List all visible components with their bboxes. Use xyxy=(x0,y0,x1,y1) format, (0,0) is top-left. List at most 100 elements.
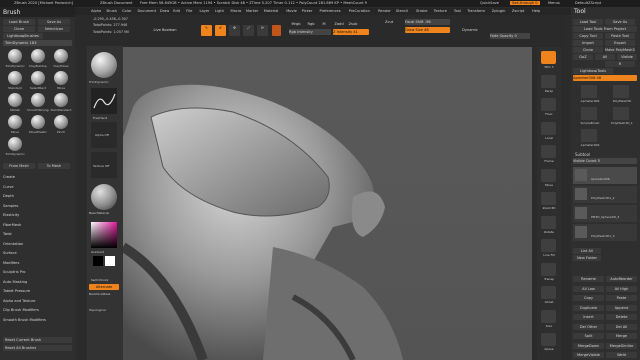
color-picker[interactable] xyxy=(91,222,117,248)
tool-button-clone[interactable]: Clone xyxy=(573,47,603,53)
menu-picker[interactable]: Picker xyxy=(302,9,313,13)
brush-move-icon[interactable] xyxy=(54,71,68,85)
nav-persp-icon[interactable] xyxy=(541,74,556,88)
tool-thumbnail-polymesh3d-icon[interactable] xyxy=(613,85,629,98)
menu-preferences[interactable]: Preferences xyxy=(320,9,341,13)
stroke-thumbnail[interactable] xyxy=(91,88,117,114)
tool-button-load-tool[interactable]: Load Tool xyxy=(573,19,603,25)
menu-material[interactable]: Material xyxy=(264,9,279,13)
switch-color-label[interactable]: SwitchColor xyxy=(91,278,109,282)
load-brush-button[interactable]: Load Brush xyxy=(3,19,35,25)
z-intensity-slider[interactable]: Z Intensity 41 xyxy=(333,29,369,35)
backface-mask-button[interactable]: BackfaceMask xyxy=(89,292,110,296)
subtool-item[interactable]: PolyMesh3D1_2 xyxy=(573,186,637,203)
subtool-op-copy[interactable]: Copy xyxy=(573,295,604,301)
subtool-op-all-low[interactable]: All Low xyxy=(573,285,604,292)
list-all-button[interactable]: List All xyxy=(573,248,601,254)
fade-opacity-slider[interactable]: Fade Opacity 0 xyxy=(490,33,530,39)
dynamic-button[interactable]: Dynamic xyxy=(460,27,480,33)
menu-macro[interactable]: Macro xyxy=(231,9,242,13)
submenu-create[interactable]: Create xyxy=(3,175,15,179)
select-icon-button[interactable]: SelectIcon xyxy=(38,26,70,32)
topological-button[interactable]: Topological xyxy=(89,308,106,312)
menu-marker[interactable]: Marker xyxy=(246,9,258,13)
menu-stencil[interactable]: Stencil xyxy=(396,9,408,13)
zsub-button[interactable]: Zsub xyxy=(347,21,359,27)
tool-button-lightbox-tools[interactable]: Lightbox▸Tools xyxy=(573,68,613,74)
menu-brush[interactable]: Brush xyxy=(107,9,117,13)
subtool-op-weld[interactable]: Weld xyxy=(606,352,637,358)
menu-file[interactable]: File xyxy=(186,9,192,13)
nav-move-icon[interactable] xyxy=(541,168,556,182)
brush-thumbnail[interactable] xyxy=(91,52,117,78)
focal-shift-slider[interactable]: Focal Shift -96 xyxy=(405,19,450,25)
material-thumbnail[interactable] xyxy=(91,184,117,210)
submenu-tablet-pressure[interactable]: Tablet Pressure xyxy=(3,289,30,293)
subtool-item[interactable]: Apmeter006 xyxy=(573,167,637,184)
subtool-op-del-all[interactable]: Del All xyxy=(606,323,637,330)
nav-rotate-icon[interactable] xyxy=(541,215,556,229)
submenu-fibermesh[interactable]: FiberMesh xyxy=(3,223,21,227)
viewport-canvas[interactable] xyxy=(123,47,532,360)
zadd-button[interactable]: Zadd xyxy=(333,21,345,27)
zcut-button[interactable]: Zcut xyxy=(385,19,393,25)
subtool-op-mergedown[interactable]: MergeDown xyxy=(573,342,604,349)
menu-movie[interactable]: Movie xyxy=(286,9,297,13)
tool-button-load-tools-from-project[interactable]: Load Tools From Project xyxy=(573,26,637,32)
submenu-curve[interactable]: Curve xyxy=(3,185,14,189)
menu-transform[interactable]: Transform xyxy=(467,9,485,13)
nav-spix-3-icon[interactable] xyxy=(541,51,556,64)
submenu-elasticity[interactable]: Elasticity xyxy=(3,213,19,217)
brush-standard-icon[interactable] xyxy=(8,71,22,85)
nav-zoom3d-icon[interactable] xyxy=(541,192,556,205)
move-button[interactable]: ✥ xyxy=(229,25,240,36)
main-color-swatch[interactable] xyxy=(105,256,115,266)
menu-stroke[interactable]: Stroke xyxy=(416,9,427,13)
mrgb-button[interactable]: Mrgb xyxy=(289,21,303,27)
from-mesh-button[interactable]: From Mesh xyxy=(3,163,35,169)
submenu-twist[interactable]: Twist xyxy=(3,232,12,236)
menu-layer[interactable]: Layer xyxy=(200,9,210,13)
nav-solo-icon[interactable] xyxy=(541,309,556,323)
menu-zplugin[interactable]: Zplugin xyxy=(492,9,506,13)
menu-document[interactable]: Document xyxy=(138,9,157,13)
scale-button[interactable]: ⤢ xyxy=(243,25,254,36)
nav-transp-icon[interactable] xyxy=(541,262,556,276)
tool-button-goz[interactable]: GoZ xyxy=(573,54,593,60)
subtool-item[interactable]: PolyMesh3D1_3 xyxy=(573,224,637,241)
menu-draw[interactable]: Draw xyxy=(160,9,169,13)
brush-trimdynamic-icon[interactable] xyxy=(8,49,22,63)
save-as-button[interactable]: Save As xyxy=(38,19,70,25)
subtool-op-autoreorder[interactable]: AutoReorder xyxy=(606,276,637,282)
subtool-header[interactable]: Subtool xyxy=(575,152,590,157)
current-tool-slider[interactable]: Apmeter006 48 xyxy=(573,75,637,81)
menu-tool[interactable]: Tool xyxy=(454,9,461,13)
tool-thumbnail-apmeter006-icon[interactable] xyxy=(581,129,597,142)
new-folder-button[interactable]: New Folder xyxy=(573,255,601,261)
draw-size-slider[interactable]: Draw Size 48 xyxy=(405,27,450,33)
brush-trimdynamic-icon[interactable] xyxy=(8,137,22,151)
brush-damstandard-icon[interactable] xyxy=(54,93,68,107)
quicksave-button[interactable]: QuickSave xyxy=(480,1,499,5)
visible-count-slider[interactable]: Visible Count 5 xyxy=(573,158,637,164)
submenu-auto-masking[interactable]: Auto Masking xyxy=(3,280,27,284)
menu-alpha[interactable]: Alpha xyxy=(91,9,101,13)
tool-button-visible[interactable]: Visible xyxy=(617,54,637,60)
tool-thumbnail-simplebrush-icon[interactable] xyxy=(581,107,597,120)
subtool-op-paste[interactable]: Paste xyxy=(606,295,637,301)
rgb-button[interactable]: Rgb xyxy=(305,21,317,27)
submenu-surface[interactable]: Surface xyxy=(3,251,17,255)
tool-button-all[interactable]: All xyxy=(595,54,615,60)
menu-help[interactable]: Help xyxy=(532,9,540,13)
subtool-item[interactable]: PM3D_Sphere3D_3 xyxy=(573,205,637,222)
nav-local-icon[interactable] xyxy=(541,121,556,135)
subtool-op-merge[interactable]: Merge xyxy=(606,333,637,339)
subtool-op-all-high[interactable]: All High xyxy=(606,285,637,292)
tool-button-paste-tool[interactable]: Paste Tool xyxy=(605,33,635,39)
menu-edit[interactable]: Edit xyxy=(173,9,180,13)
draw-button[interactable]: ✐ xyxy=(215,25,226,36)
nav-frame-icon[interactable] xyxy=(541,145,556,158)
see-through-slider[interactable]: See-through 0 xyxy=(510,1,540,5)
tool-button-make-polymesh3d[interactable]: Make PolyMesh3D xyxy=(605,47,635,53)
subtool-op-mergesimilar[interactable]: MergeSimilar xyxy=(606,342,637,349)
